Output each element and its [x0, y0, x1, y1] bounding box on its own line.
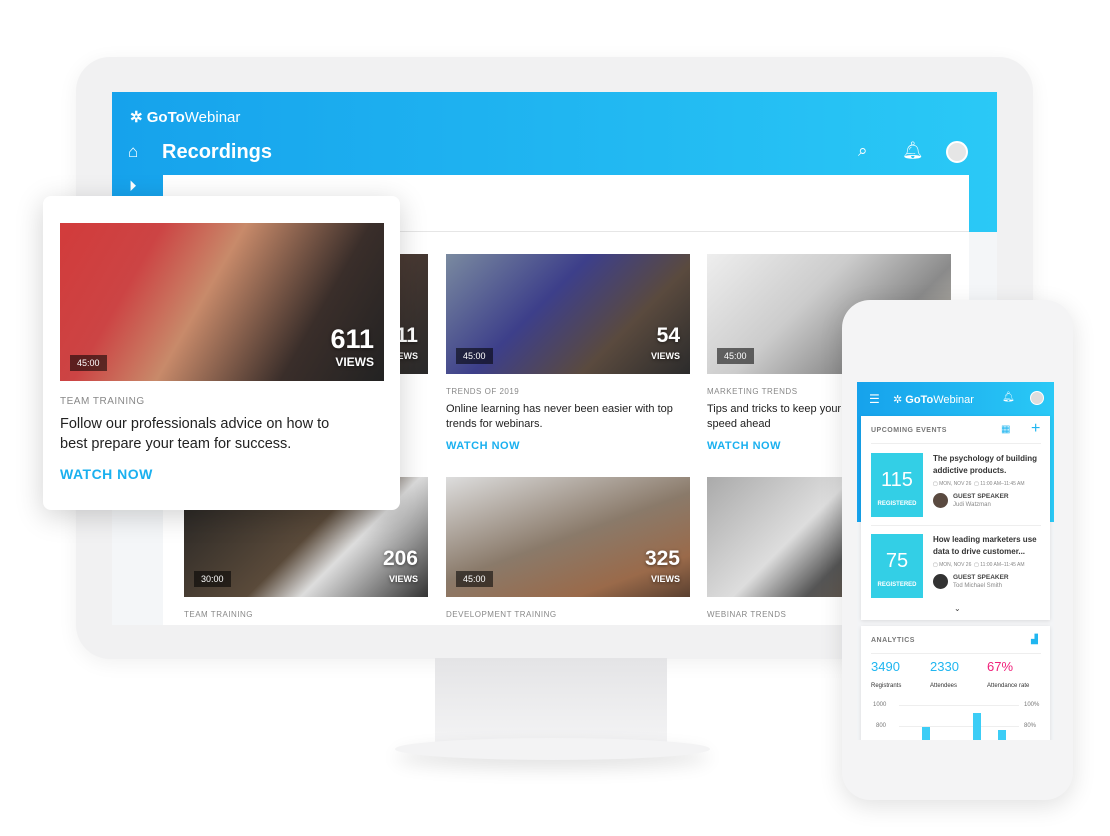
add-icon[interactable]: +	[1031, 420, 1040, 438]
bell-icon[interactable]: 🔔︎	[1002, 392, 1015, 403]
recording-card[interactable]: 45:00 54 VIEWS TRENDS OF 2019 Online learn…	[446, 254, 690, 452]
chart-bar	[922, 727, 930, 740]
menu-icon[interactable]: ☰	[869, 392, 880, 406]
event-item[interactable]: 115 REGISTERED The psychology of building…	[871, 453, 1049, 523]
page-title: Recordings	[162, 141, 273, 163]
monitor-stand	[435, 658, 667, 746]
avatar[interactable]	[946, 141, 968, 163]
watch-now-link[interactable]: WATCH NOW	[60, 466, 153, 482]
recording-card[interactable]: 45:00 325 VIEWS DEVELOPMENT TRAINING	[446, 477, 690, 619]
mobile-screen: ☰ ✲ GoToWebinar 🔔︎ UPCOMING EVENTS ▦ + 1…	[857, 382, 1054, 740]
chart-icon[interactable]: ▟	[1031, 634, 1038, 645]
event-item[interactable]: 75 REGISTERED How leading marketers use d…	[871, 534, 1049, 604]
avatar[interactable]	[1030, 391, 1044, 405]
monitor-base	[395, 738, 710, 760]
logo: ✲ GoToWebinar	[130, 109, 241, 126]
calendar-icon[interactable]: ▦	[1001, 424, 1010, 435]
watch-now-link[interactable]: WATCH NOW	[446, 440, 690, 452]
chart-bar	[998, 730, 1006, 740]
bell-icon[interactable]: 🔔︎	[902, 141, 924, 161]
featured-recording-card[interactable]: 45:00 611 VIEWS TEAM TRAINING Follow our …	[43, 196, 400, 510]
chart-bar	[973, 713, 981, 740]
category-label: TEAM TRAINING	[60, 396, 145, 407]
chevron-down-icon[interactable]: ⌄	[954, 604, 961, 613]
logo: ✲ GoToWebinar	[893, 394, 974, 406]
featured-title: Follow our professionals advice on how t…	[60, 416, 330, 452]
play-icon[interactable]: ⏵	[129, 178, 137, 195]
featured-thumbnail: 45:00 611 VIEWS	[60, 223, 384, 381]
upcoming-events-card: UPCOMING EVENTS ▦ + 115 REGISTERED The ps…	[861, 416, 1050, 620]
search-icon[interactable]: ⌕	[858, 141, 868, 161]
analytics-card: ANALYTICS ▟ 3490 Registrants 2330 Attendee…	[861, 626, 1050, 740]
home-icon[interactable]: ⌂	[128, 142, 138, 162]
